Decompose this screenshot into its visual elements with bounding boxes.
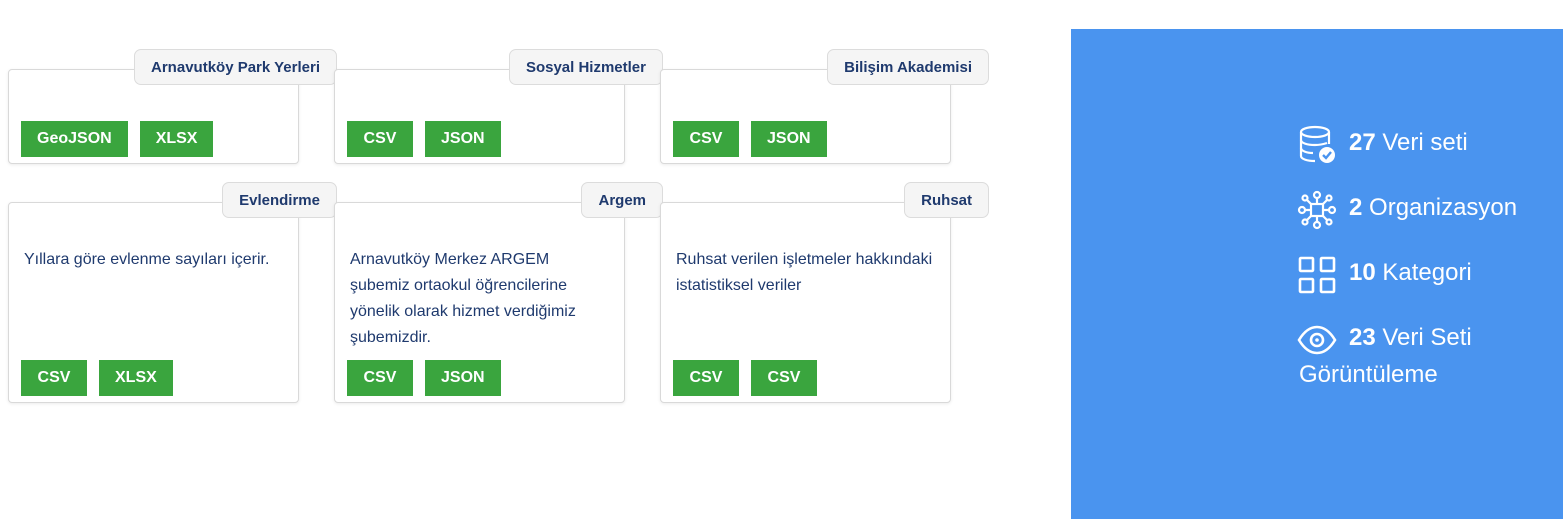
stat-organizations-label: Organizasyon	[1369, 194, 1518, 221]
format-badge[interactable]: CSV	[347, 121, 413, 157]
dataset-card[interactable]: Bilişim Akademisi CSV JSON	[660, 49, 989, 164]
stat-datasets-label: Veri seti	[1382, 129, 1468, 156]
dataset-card-title[interactable]: Arnavutköy Park Yerleri	[134, 49, 337, 85]
dataset-card[interactable]: Argem Arnavutköy Merkez ARGEM şubemiz or…	[334, 182, 663, 403]
dataset-card-title[interactable]: Ruhsat	[904, 182, 989, 218]
database-check-icon	[1297, 125, 1337, 165]
stat-organizations-count: 2	[1349, 194, 1363, 221]
stat-views-count: 23	[1349, 324, 1376, 351]
format-badge[interactable]: JSON	[425, 121, 501, 157]
stat-organizations: 2 Organizasyon	[1297, 190, 1517, 230]
dataset-card-title[interactable]: Sosyal Hizmetler	[508, 49, 663, 85]
page: Arnavutköy Park Yerleri GeoJSON XLSX Sos…	[0, 0, 1563, 519]
stat-datasets-count: 27	[1349, 129, 1376, 156]
format-badge[interactable]: XLSX	[99, 360, 173, 396]
format-list: CSV JSON	[673, 121, 827, 157]
dataset-card[interactable]: Ruhsat Ruhsat verilen işletmeler hakkınd…	[660, 182, 989, 403]
stat-views: 23 Veri Seti	[1297, 320, 1472, 360]
format-list: GeoJSON XLSX	[21, 121, 214, 157]
grid-icon	[1297, 255, 1337, 295]
stat-datasets: 27 Veri seti	[1297, 125, 1468, 165]
stats-panel: 27 Veri seti 2 Organizasyon 10 Kategori …	[1071, 29, 1563, 519]
network-icon	[1297, 190, 1337, 230]
format-list: CSV XLSX	[21, 360, 173, 396]
format-list: CSV JSON	[347, 360, 501, 396]
dataset-card[interactable]: Evlendirme Yıllara göre evlenme sayıları…	[8, 182, 337, 403]
format-badge[interactable]: CSV	[751, 360, 817, 396]
format-badge[interactable]: CSV	[673, 121, 739, 157]
stat-categories-count: 10	[1349, 259, 1376, 286]
dataset-card-description: Ruhsat verilen işletmeler hakkındaki ist…	[676, 251, 933, 294]
stat-views-label-line2: Görüntüleme	[1299, 361, 1438, 388]
dataset-card-title[interactable]: Bilişim Akademisi	[827, 49, 989, 85]
format-badge[interactable]: XLSX	[139, 121, 214, 157]
format-list: CSV JSON	[347, 121, 501, 157]
dataset-card[interactable]: Arnavutköy Park Yerleri GeoJSON XLSX	[8, 49, 337, 164]
stat-categories-label: Kategori	[1382, 259, 1472, 286]
dataset-card-title[interactable]: Evlendirme	[222, 182, 337, 218]
stat-views-label: Veri Seti	[1382, 324, 1472, 351]
format-badge[interactable]: JSON	[425, 360, 501, 396]
format-badge[interactable]: GeoJSON	[21, 121, 128, 157]
format-badge[interactable]: JSON	[751, 121, 827, 157]
dataset-card-description: Yıllara göre evlenme sayıları içerir.	[24, 251, 270, 268]
dataset-card-description: Arnavutköy Merkez ARGEM şubemiz ortaokul…	[350, 251, 576, 346]
format-badge[interactable]: CSV	[673, 360, 739, 396]
eye-icon	[1297, 320, 1337, 360]
format-list: CSV CSV	[673, 360, 817, 396]
dataset-card[interactable]: Sosyal Hizmetler CSV JSON	[334, 49, 663, 164]
stat-categories: 10 Kategori	[1297, 255, 1472, 295]
format-badge[interactable]: CSV	[21, 360, 87, 396]
format-badge[interactable]: CSV	[347, 360, 413, 396]
dataset-card-title[interactable]: Argem	[581, 182, 663, 218]
